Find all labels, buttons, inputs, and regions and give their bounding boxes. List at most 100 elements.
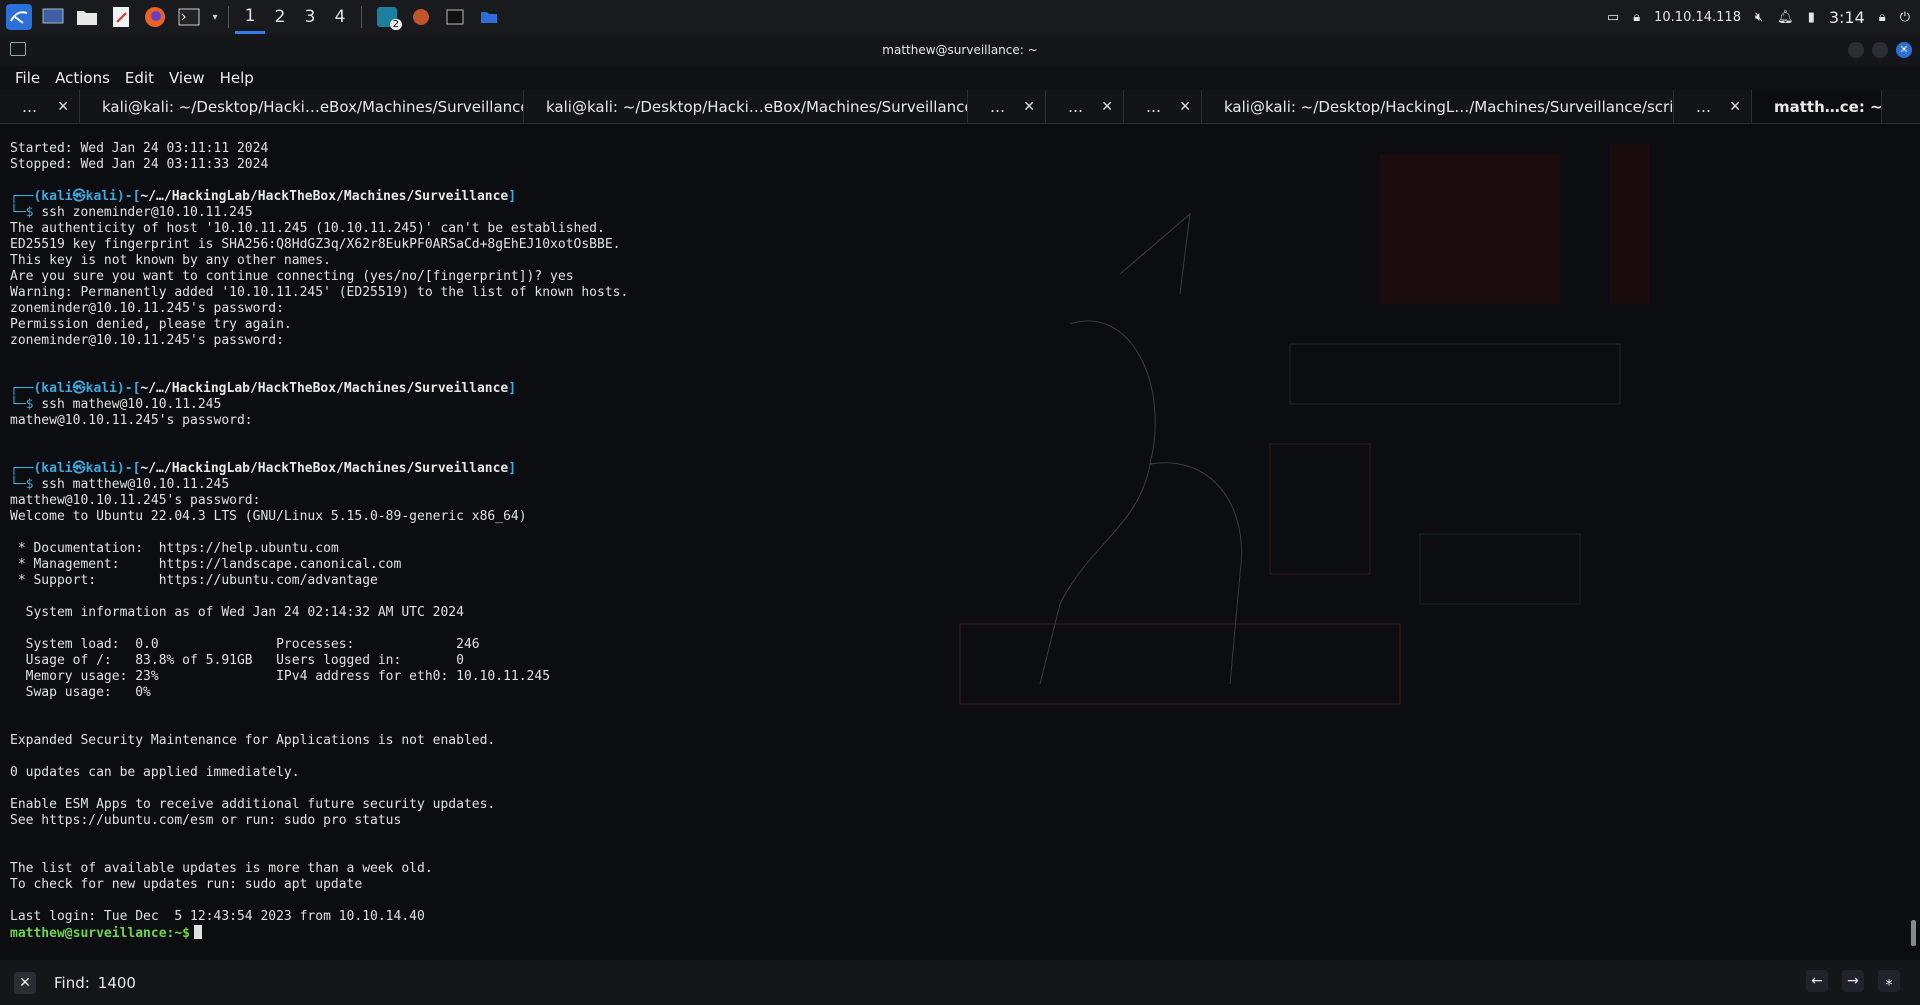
app-icon[interactable]: 2 xyxy=(372,2,402,32)
text-editor-icon[interactable] xyxy=(106,2,136,32)
line-text: 0 updates can be applied immediately. xyxy=(10,765,300,780)
terminal-line: Welcome to Ubuntu 22.04.3 LTS (GNU/Linux… xyxy=(10,509,940,525)
line-text: matthew@10.10.11.245's password: xyxy=(10,493,261,508)
terminal-output: Started: Wed Jan 24 03:11:11 2024 Stopped… xyxy=(10,141,940,941)
chevron-down-icon[interactable]: ▾ xyxy=(208,2,222,32)
tab[interactable]: kali@kali: ~/Desktop/Hacki…eBox/Machines… xyxy=(524,90,968,123)
terminal-line: Swap usage: 0% xyxy=(10,685,940,701)
prompt-path: ~/…/HackingLab/HackTheBox/Machines/Surve… xyxy=(140,461,509,476)
close-button[interactable]: ✕ xyxy=(1896,42,1912,58)
terminal-line: The list of available updates is more th… xyxy=(10,861,940,877)
previous-match-icon[interactable]: ← xyxy=(1806,970,1828,992)
bell-icon[interactable]: 🔔︎ xyxy=(1777,10,1794,25)
find-input[interactable]: 1400 xyxy=(98,974,136,992)
menu-bar: File Actions Edit View Help xyxy=(0,66,1920,90)
tab[interactable]: kali@kali: ~/Desktop/HackingL…/Machines/… xyxy=(1202,90,1674,123)
menu-file[interactable]: File xyxy=(15,69,40,87)
next-match-icon[interactable]: → xyxy=(1842,970,1864,992)
terminal-line: To check for new updates run: sudo apt u… xyxy=(10,877,940,893)
regex-options-icon[interactable]: ⁎ xyxy=(1878,970,1900,992)
terminal-line: Are you sure you want to continue connec… xyxy=(10,269,940,285)
menu-view[interactable]: View xyxy=(169,69,205,87)
terminal-line: See https://ubuntu.com/esm or run: sudo … xyxy=(10,813,940,829)
terminal-line: ED25519 key fingerprint is SHA256:Q8HdGZ… xyxy=(10,237,940,253)
screen-icon[interactable]: ▭ xyxy=(1607,10,1619,25)
tab-label: … xyxy=(1696,97,1711,116)
kali-menu-icon[interactable] xyxy=(4,2,34,32)
file-manager-icon[interactable] xyxy=(72,2,102,32)
close-find-icon[interactable]: ✕ xyxy=(14,971,36,994)
workspace-1[interactable]: 1 xyxy=(235,0,265,34)
line-text: Stopped: Wed Jan 24 03:11:33 2024 xyxy=(10,157,269,172)
tab[interactable]: … ✕ xyxy=(1674,90,1752,123)
terminal-line: matthew@surveillance:~$ xyxy=(10,925,940,941)
terminal-line: Warning: Permanently added '10.10.11.245… xyxy=(10,285,940,301)
line-text: zoneminder@10.10.11.245's password: xyxy=(10,333,284,348)
battery-icon[interactable]: ▮ xyxy=(1808,10,1815,25)
menu-help[interactable]: Help xyxy=(220,69,254,87)
tab[interactable]: … ✕ xyxy=(968,90,1046,123)
line-text: Memory usage: 23% IPv4 address for eth0:… xyxy=(10,669,551,684)
lock-icon[interactable]: 🔒︎ xyxy=(1879,10,1886,25)
tab[interactable]: … ✕ xyxy=(1046,90,1124,123)
maximize-button[interactable] xyxy=(1872,42,1888,58)
workspace-4[interactable]: 4 xyxy=(325,0,355,34)
find-label: Find: xyxy=(54,973,90,992)
terminal-line: zoneminder@10.10.11.245's password: xyxy=(10,333,940,349)
workspace-2[interactable]: 2 xyxy=(265,0,295,34)
terminal-line: Expanded Security Maintenance for Applic… xyxy=(10,733,940,749)
tab[interactable]: … ✕ xyxy=(1124,90,1202,123)
workspace-3[interactable]: 3 xyxy=(295,0,325,34)
menu-edit[interactable]: Edit xyxy=(125,69,154,87)
terminal-line: Started: Wed Jan 24 03:11:11 2024 xyxy=(10,141,940,157)
mute-icon[interactable]: 🔇︎ xyxy=(1755,10,1763,25)
tab-close-icon[interactable]: ✕ xyxy=(57,99,69,115)
tab[interactable]: kali@kali: ~/Desktop/Hacki…eBox/Machines… xyxy=(80,90,524,123)
terminal-line: ┌──(kali㉿kali)-[~/…/HackingLab/HackTheBo… xyxy=(10,189,940,205)
tab[interactable]: … ✕ xyxy=(0,90,80,123)
line-text: Warning: Permanently added '10.10.11.245… xyxy=(10,285,629,300)
folder-window-icon[interactable] xyxy=(474,2,504,32)
menu-actions[interactable]: Actions xyxy=(55,69,110,87)
power-icon[interactable]: ⏻ xyxy=(1900,10,1910,25)
terminal-line: * Management: https://landscape.canonica… xyxy=(10,557,940,573)
firefox-icon[interactable] xyxy=(140,2,170,32)
ip-address: 10.10.14.118 xyxy=(1654,9,1741,25)
desktop-icon[interactable] xyxy=(38,2,68,32)
terminal-icon[interactable] xyxy=(174,2,204,32)
firefox-window-icon[interactable] xyxy=(406,2,436,32)
line-text: └─$ xyxy=(10,205,42,220)
terminal-line: Usage of /: 83.8% of 5.91GB Users logged… xyxy=(10,653,940,669)
command: ssh mathew@10.10.11.245 xyxy=(41,397,222,412)
tab-close-icon[interactable]: ✕ xyxy=(1179,99,1191,115)
clock[interactable]: 3:14 xyxy=(1829,8,1865,27)
terminal-line: ┌──(kali㉿kali)-[~/…/HackingLab/HackTheBo… xyxy=(10,381,940,397)
terminal-scrollbar[interactable] xyxy=(1911,920,1916,946)
tab-close-icon[interactable]: ✕ xyxy=(1101,99,1113,115)
line-text: See https://ubuntu.com/esm or run: sudo … xyxy=(10,813,402,828)
line-text: Are you sure you want to continue connec… xyxy=(10,269,574,284)
command: ssh zoneminder@10.10.11.245 xyxy=(41,205,253,220)
line-text: The list of available updates is more th… xyxy=(10,861,433,876)
tab-close-icon[interactable]: ✕ xyxy=(1729,99,1741,115)
line-text: * Documentation: https://help.ubuntu.com xyxy=(10,541,339,556)
window-title: matthew@surveillance: ~ xyxy=(882,43,1038,57)
line-text: Started: Wed Jan 24 03:11:11 2024 xyxy=(10,141,269,156)
tab-close-icon[interactable]: ✕ xyxy=(1023,99,1035,115)
prompt-path: ~/…/HackingLab/HackTheBox/Machines/Surve… xyxy=(140,381,509,396)
terminal-window-icon[interactable] xyxy=(440,2,470,32)
tab-label: kali@kali: ~/Desktop/HackingL…/Machines/… xyxy=(1224,97,1674,116)
terminal-area[interactable]: Started: Wed Jan 24 03:11:11 2024 Stopped… xyxy=(0,124,1920,948)
tab[interactable]: matth…ce: ~✕ xyxy=(1752,90,1882,123)
minimize-button[interactable] xyxy=(1848,42,1864,58)
separator xyxy=(361,6,362,28)
line-text: This key is not known by any other names… xyxy=(10,253,331,268)
prompt-bracket: ] xyxy=(508,381,517,396)
